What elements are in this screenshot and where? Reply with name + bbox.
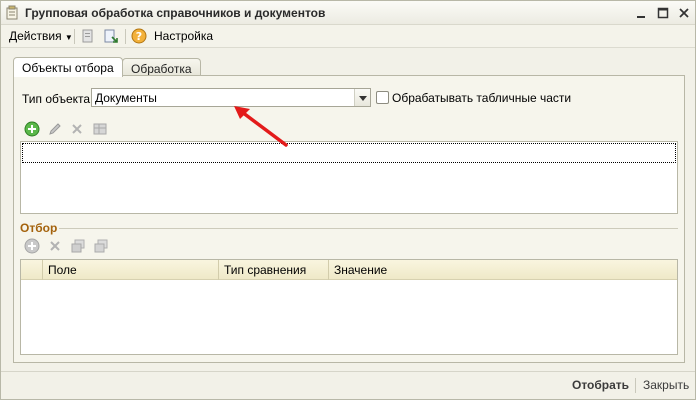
select-button[interactable]: Отобрать [572,378,629,392]
column-check [21,260,43,280]
actions-menu[interactable]: Действия ▼ [9,29,73,43]
toolbar-separator [74,29,75,44]
object-type-value: Документы [95,91,157,105]
minimize-icon[interactable] [634,6,648,20]
maximize-icon[interactable] [656,6,670,20]
process-tabular-checkbox[interactable] [376,91,389,104]
help-icon[interactable]: ? [131,28,147,44]
table-icon[interactable] [92,121,108,137]
column-value[interactable]: Значение [329,260,677,280]
toolbar-separator [125,29,126,44]
document-arrow-icon[interactable] [103,28,119,44]
document-list-icon[interactable] [80,28,96,44]
edit-icon[interactable] [47,121,63,137]
title-bar: Групповая обработка справочников и докум… [1,1,695,25]
filter-table[interactable]: Поле Тип сравнения Значение [20,259,678,355]
add-icon[interactable] [24,238,40,254]
combo-dropdown-button[interactable] [354,89,370,106]
window-title: Групповая обработка справочников и докум… [25,6,326,20]
table-row[interactable] [22,143,676,163]
annotation-arrow-icon [234,106,288,147]
column-comparison-type[interactable]: Тип сравнения [219,260,329,280]
copy-icon[interactable] [93,238,109,254]
filter-group-title: Отбор [20,221,58,235]
column-value-label: Значение [334,263,388,277]
column-comparison-label: Тип сравнения [224,263,307,277]
close-icon[interactable] [677,6,691,20]
delete-icon[interactable] [47,238,63,254]
group-divider [59,228,678,229]
tab-selection-objects[interactable]: Объекты отбора [13,57,123,77]
objects-table[interactable] [20,141,678,214]
column-field[interactable]: Поле [43,260,219,280]
process-tabular-label: Обрабатывать табличные части [392,91,572,105]
footer-bar: Отобрать Закрыть [1,371,695,399]
actions-menu-label: Действия [9,29,62,43]
form-icon [6,5,18,20]
processing-window: Групповая обработка справочников и докум… [0,0,696,400]
close-button[interactable]: Закрыть [643,378,689,392]
column-field-label: Поле [48,263,77,277]
settings-button[interactable]: Настройка [154,29,213,43]
filter-table-header: Поле Тип сравнения Значение [21,260,677,280]
add-icon[interactable] [24,121,40,137]
svg-text:?: ? [136,30,142,43]
dropdown-arrow-icon: ▼ [64,33,73,42]
group-icon[interactable] [70,238,86,254]
footer-separator [635,378,636,393]
toolbar: Действия ▼ ? Настройка [1,25,695,48]
object-type-label: Тип объекта: [22,92,94,106]
delete-icon[interactable] [69,121,85,137]
